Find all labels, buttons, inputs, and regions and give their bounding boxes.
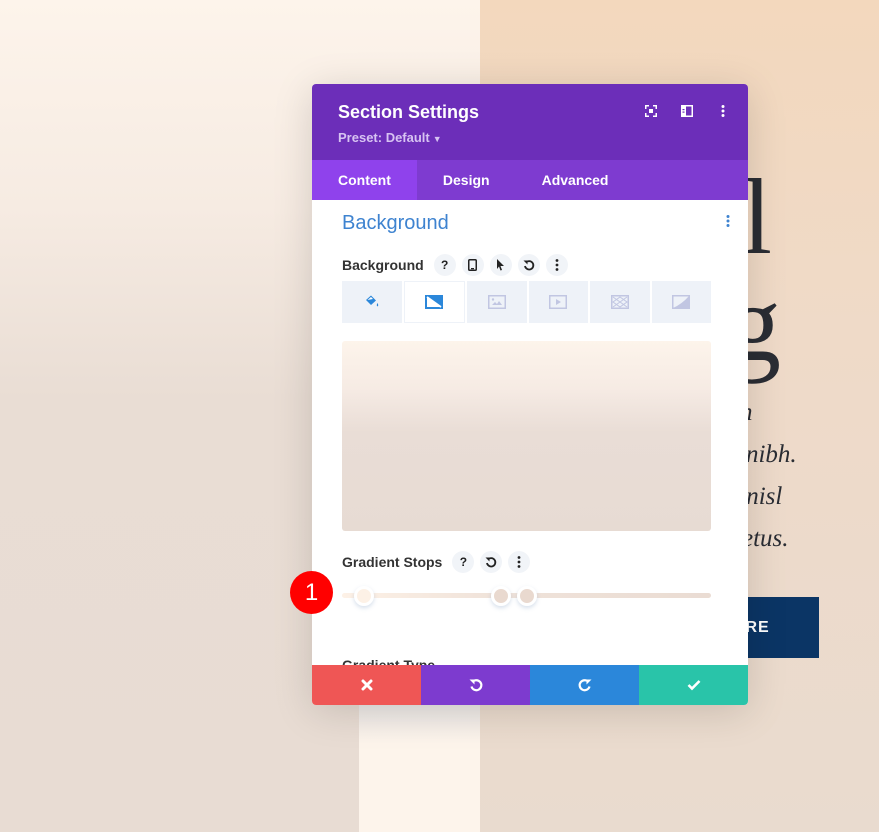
focus-icon[interactable] xyxy=(644,104,658,120)
preset-label: Preset: Default xyxy=(338,130,430,145)
image-icon xyxy=(487,295,506,309)
gradient-icon xyxy=(425,295,444,309)
page-column-strip xyxy=(359,705,480,832)
background-type-tabs xyxy=(342,281,711,323)
preset-dropdown[interactable]: Preset: Default ▼ xyxy=(338,130,442,145)
more-vertical-icon[interactable] xyxy=(716,104,730,120)
video-icon xyxy=(549,295,568,309)
check-icon xyxy=(687,680,700,691)
save-button[interactable] xyxy=(639,665,748,705)
help-icon[interactable]: ? xyxy=(452,551,475,573)
more-vertical-icon[interactable] xyxy=(726,214,730,232)
tab-design[interactable]: Design xyxy=(417,160,516,200)
annotation-badge: 1 xyxy=(290,571,333,614)
more-vertical-icon[interactable] xyxy=(545,254,568,276)
tab-bar: Content Design Advanced xyxy=(312,160,748,200)
background-type-pattern[interactable] xyxy=(590,281,650,323)
mobile-icon[interactable] xyxy=(461,254,484,276)
section-title[interactable]: Background xyxy=(342,212,449,235)
caret-down-icon: ▼ xyxy=(432,134,442,144)
undo-icon xyxy=(469,679,482,692)
modal-header[interactable]: Section Settings Preset: Default ▼ xyxy=(312,84,748,160)
modal-footer xyxy=(312,665,748,705)
paint-bucket-icon xyxy=(365,295,378,307)
field-label: Gradient Stops xyxy=(342,554,443,570)
background-type-color[interactable] xyxy=(342,281,402,323)
mask-icon xyxy=(672,295,691,309)
section-settings-modal: Section Settings Preset: Default ▼ Conten… xyxy=(312,84,748,705)
redo-button[interactable] xyxy=(530,665,639,705)
pattern-icon xyxy=(610,295,629,309)
undo-button[interactable] xyxy=(421,665,530,705)
tab-advanced[interactable]: Advanced xyxy=(516,160,635,200)
gradient-stop-handle[interactable] xyxy=(516,586,537,606)
background-field-header: Background ? xyxy=(342,254,568,276)
reset-icon[interactable] xyxy=(517,254,540,276)
cursor-icon[interactable] xyxy=(489,254,512,276)
modal-content: Background Background ? Gradient Stops ?… xyxy=(312,200,748,665)
background-type-image[interactable] xyxy=(467,281,527,323)
redo-icon xyxy=(578,679,591,692)
gradient-stop-handle[interactable] xyxy=(490,586,511,606)
background-type-gradient[interactable] xyxy=(403,281,465,323)
cancel-button[interactable] xyxy=(312,665,421,705)
sidebar-layout-icon[interactable] xyxy=(680,104,694,120)
tab-content[interactable]: Content xyxy=(312,160,417,200)
gradient-stop-handle[interactable] xyxy=(354,586,375,606)
help-icon[interactable]: ? xyxy=(433,254,456,276)
modal-title: Section Settings xyxy=(338,102,480,122)
close-icon xyxy=(361,679,372,691)
field-label: Background xyxy=(342,257,424,273)
reset-icon[interactable] xyxy=(480,551,503,573)
background-type-video[interactable] xyxy=(528,281,588,323)
gradient-stops-header: Gradient Stops ? xyxy=(342,551,531,573)
more-vertical-icon[interactable] xyxy=(508,551,531,573)
background-type-mask[interactable] xyxy=(651,281,711,323)
gradient-type-label: Gradient Type xyxy=(342,657,436,665)
gradient-preview xyxy=(342,341,711,531)
